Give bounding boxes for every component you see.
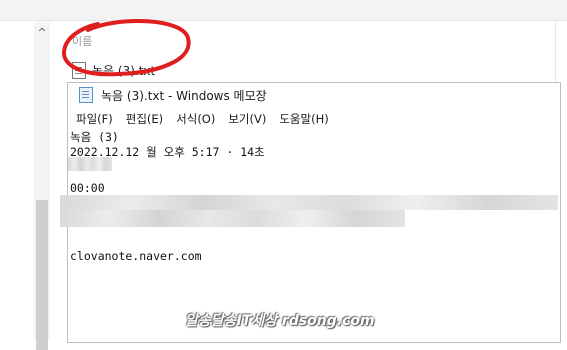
menu-file[interactable]: 파일(F) — [71, 111, 118, 127]
scroll-up-icon[interactable]: ^ — [34, 26, 50, 40]
redacted-text — [68, 157, 112, 171]
notepad-window: 녹음 (3).txt - Windows 메모장 파일(F) 편집(E) 서식(… — [60, 82, 561, 343]
redacted-text — [60, 210, 405, 227]
vertical-scrollbar[interactable]: ^ — [34, 22, 50, 350]
menu-view[interactable]: 보기(V) — [223, 111, 271, 127]
menu-edit[interactable]: 편집(E) — [121, 111, 168, 127]
watermark: 알송달송IT세상 rdsong.com — [185, 313, 375, 329]
text-line-title: 녹음 (3) — [70, 130, 119, 144]
text-line-timestamp: 00:00 — [70, 181, 105, 195]
scrollbar-thumb[interactable] — [36, 200, 48, 350]
menu-bar: 파일(F) 편집(E) 서식(O) 보기(V) 도움말(H) — [68, 109, 334, 129]
menu-help[interactable]: 도움말(H) — [274, 111, 333, 127]
menu-format[interactable]: 서식(O) — [171, 111, 220, 127]
red-circle-annotation — [62, 19, 191, 77]
redacted-text — [60, 195, 558, 210]
text-line-url: clovanote.naver.com — [70, 249, 202, 263]
